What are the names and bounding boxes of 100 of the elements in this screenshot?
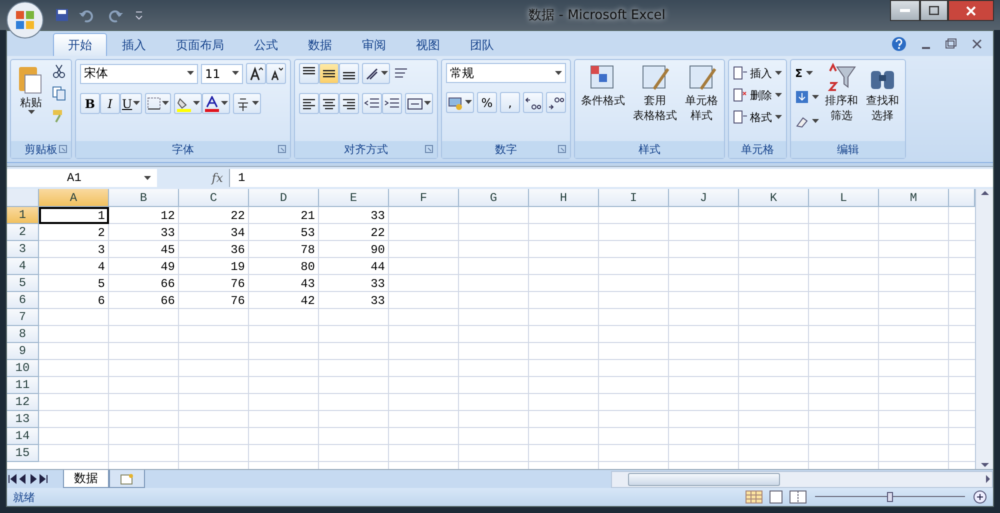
row-header[interactable]: 4	[7, 258, 39, 275]
cell-action-button[interactable]: 删除	[733, 85, 782, 105]
row-header[interactable]: 7	[7, 309, 39, 326]
row-header[interactable]: 13	[7, 411, 39, 428]
decrease-decimal-button[interactable]	[546, 92, 566, 113]
font-size-field[interactable]: 11	[201, 64, 243, 84]
vertical-align-button[interactable]	[319, 63, 339, 84]
editing-button[interactable]: 排序和 筛选	[823, 63, 860, 138]
phonetic-button[interactable]	[233, 93, 262, 114]
caret-icon[interactable]	[775, 70, 782, 76]
caret-icon[interactable]	[232, 71, 239, 76]
column-header[interactable]: H	[529, 189, 599, 207]
caret-icon[interactable]	[555, 70, 562, 76]
align-button[interactable]	[319, 93, 339, 114]
minimize-button[interactable]	[890, 0, 920, 21]
currency-button[interactable]	[446, 92, 474, 113]
caret-icon[interactable]	[424, 101, 431, 106]
close-button[interactable]	[948, 0, 994, 21]
restore-icon[interactable]	[945, 36, 957, 52]
style-button[interactable]: 条件格式	[579, 63, 627, 138]
caret-icon[interactable]	[187, 71, 194, 76]
page-break-icon[interactable]	[789, 490, 807, 504]
column-header[interactable]: I	[599, 189, 669, 207]
cell-action-button[interactable]: 插入	[733, 63, 782, 83]
column-header[interactable]: J	[669, 189, 739, 207]
column-header[interactable]: G	[459, 189, 529, 207]
caret-icon[interactable]	[193, 101, 200, 106]
row-header[interactable]: 10	[7, 360, 39, 377]
caret-icon[interactable]	[221, 101, 228, 106]
caret-icon[interactable]	[812, 118, 819, 124]
underline-button[interactable]: U	[120, 93, 142, 114]
bold-button[interactable]: B	[80, 93, 100, 114]
sheet-tab[interactable]: 数据	[63, 470, 109, 488]
style-button[interactable]: 单元格 样式	[683, 63, 720, 138]
align-button[interactable]	[339, 93, 359, 114]
ribbon-tab[interactable]: 插入	[107, 33, 161, 56]
orientation-button[interactable]	[362, 63, 390, 84]
zoom-in-icon[interactable]	[973, 490, 987, 504]
ribbon-tab[interactable]: 开始	[53, 33, 107, 56]
normal-view-icon[interactable]	[745, 490, 763, 504]
formula-input[interactable]: 1	[229, 169, 993, 187]
insert-sheet-tab[interactable]	[109, 470, 145, 488]
border-button[interactable]	[145, 93, 172, 114]
column-header[interactable]: M	[879, 189, 949, 207]
caret-icon[interactable]	[133, 101, 140, 106]
caret-icon[interactable]	[28, 110, 34, 115]
insert-function-button[interactable]: fx	[212, 171, 223, 185]
caret-icon[interactable]	[806, 70, 813, 76]
vertical-align-button[interactable]	[299, 63, 319, 84]
grow-font-button[interactable]	[246, 63, 266, 84]
column-header[interactable]: D	[249, 189, 319, 207]
cell-action-button[interactable]: 格式	[733, 107, 782, 127]
column-header[interactable]: A	[39, 189, 109, 207]
column-header[interactable]: K	[739, 189, 809, 207]
column-header[interactable]: F	[389, 189, 459, 207]
row-header[interactable]: 15	[7, 445, 39, 462]
page-layout-icon[interactable]	[767, 490, 785, 504]
decrease-indent-button[interactable]	[362, 93, 382, 114]
row-header[interactable]: 3	[7, 241, 39, 258]
font-name-field[interactable]: 宋体	[80, 64, 198, 84]
ribbon-tab[interactable]: 公式	[239, 33, 293, 56]
row-header[interactable]: 5	[7, 275, 39, 292]
help-icon[interactable]	[891, 36, 907, 52]
caret-icon[interactable]	[775, 92, 782, 98]
column-header[interactable]: C	[179, 189, 249, 207]
dialog-launcher-icon[interactable]	[278, 145, 286, 153]
scroll-right-icon[interactable]	[984, 475, 992, 483]
font-color-button[interactable]	[202, 93, 230, 114]
percent-button[interactable]: %	[477, 92, 497, 113]
column-header[interactable]: L	[809, 189, 879, 207]
increase-decimal-button[interactable]	[523, 92, 543, 113]
name-box[interactable]: A1	[7, 169, 157, 187]
fill-color-button[interactable]	[174, 93, 202, 114]
scroll-thumb[interactable]	[628, 472, 780, 486]
dialog-launcher-icon[interactable]	[425, 145, 433, 153]
align-button[interactable]	[299, 93, 319, 114]
save-icon[interactable]	[54, 7, 70, 23]
caret-icon[interactable]	[465, 100, 472, 105]
row-header[interactable]: 14	[7, 428, 39, 445]
copy-icon[interactable]	[51, 85, 67, 101]
paste-button[interactable]: 粘贴	[15, 63, 47, 138]
merge-cells-button[interactable]	[405, 93, 433, 114]
caret-icon[interactable]	[812, 94, 819, 100]
italic-button[interactable]: I	[100, 93, 120, 114]
ribbon-tab[interactable]: 页面布局	[161, 33, 239, 56]
caret-icon[interactable]	[144, 176, 151, 180]
style-button[interactable]: 套用 表格格式	[631, 63, 679, 138]
ribbon-tab[interactable]: 团队	[455, 33, 509, 56]
autosum-button[interactable]: Σ	[795, 63, 819, 83]
cut-icon[interactable]	[51, 63, 67, 79]
shrink-font-button[interactable]	[266, 63, 286, 84]
number-format-field[interactable]: 常规	[446, 63, 566, 83]
ribbon-tab[interactable]: 数据	[293, 33, 347, 56]
caret-icon[interactable]	[252, 101, 260, 106]
dialog-launcher-icon[interactable]	[558, 145, 566, 153]
row-header[interactable]: 8	[7, 326, 39, 343]
comma-button[interactable]: ,	[500, 92, 520, 113]
row-header[interactable]: 12	[7, 394, 39, 411]
editing-button[interactable]: 查找和 选择	[864, 63, 901, 138]
vertical-align-button[interactable]	[339, 63, 359, 84]
